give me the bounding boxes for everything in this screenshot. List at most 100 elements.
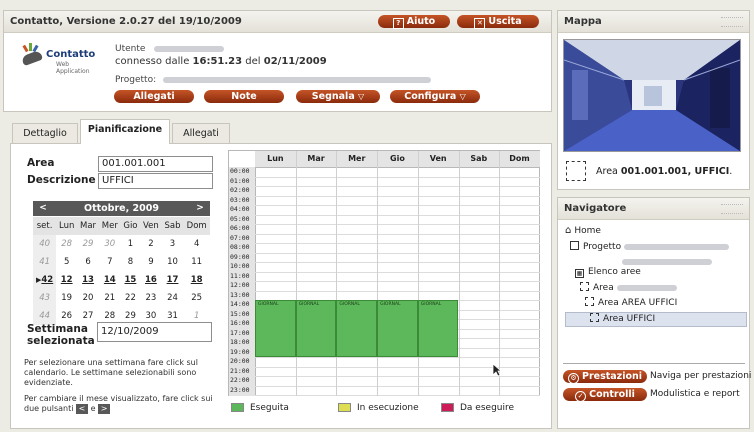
tab-dettaglio[interactable]: Dettaglio: [12, 123, 78, 143]
nav-area-uffici[interactable]: Area AREA UFFICI: [585, 297, 677, 309]
hour-label: 18:00: [230, 338, 250, 346]
legend-swatch-eseguita: [231, 403, 244, 412]
segnala-label: Segnala: [311, 91, 355, 102]
map-panel: Mappa Area 001.001.001, UFFICI.: [557, 10, 750, 190]
logo-icon: [20, 43, 44, 67]
configura-button[interactable]: Configura ▽: [390, 90, 480, 103]
hour-label: 03:00: [230, 195, 250, 204]
calendar-next-button[interactable]: >: [191, 202, 209, 215]
day-cell: 8: [127, 257, 134, 267]
schedule-block[interactable]: GIORNAL: [417, 300, 459, 357]
calendar-prev-button[interactable]: <: [34, 202, 52, 215]
day-cell: 5: [63, 257, 70, 267]
note-button[interactable]: Note: [204, 90, 284, 103]
project-label: Progetto:: [115, 75, 157, 85]
schedule-block-label: GIORNAL: [339, 302, 360, 307]
area-field[interactable]: 001.001.001: [98, 156, 213, 172]
calendar-header-row: set. Lun Mar Mer Gio Ven Sab Dom: [33, 217, 210, 235]
calendar-col: Mar: [80, 221, 97, 231]
footer-divider: [563, 363, 745, 364]
nav-progetto[interactable]: Progetto: [570, 241, 729, 253]
day-cell: 9: [148, 257, 154, 267]
day-cell: 21: [104, 293, 116, 303]
week-field[interactable]: 12/10/2009: [97, 322, 212, 342]
week-label-line2: selezionata: [27, 335, 95, 347]
help-button[interactable]: ? Aiuto: [378, 15, 450, 29]
prestazioni-button[interactable]: ⚙ Prestazioni: [563, 370, 647, 384]
schedule-block[interactable]: GIORNAL: [295, 300, 337, 357]
calendar-col: Sab: [164, 221, 181, 231]
calendar-col: Dom: [186, 221, 207, 231]
week-number-label: 42: [41, 275, 54, 285]
map-caption-suffix: .: [729, 166, 733, 177]
inline-next-button[interactable]: >: [98, 404, 111, 414]
help-icon: ?: [392, 18, 404, 29]
inline-prev-button[interactable]: <: [76, 404, 89, 414]
corridor-image: [564, 40, 740, 151]
note-label: Note: [231, 91, 257, 102]
prestazioni-desc: Naviga per prestazioni: [650, 371, 752, 381]
grid-col-line: [336, 151, 338, 396]
help-text-select-week: Per selezionare una settimana fare click…: [24, 358, 198, 387]
grid-col-line: [295, 151, 297, 396]
hour-label: 05:00: [230, 214, 250, 223]
map-caption-prefix: Area: [596, 166, 618, 177]
grid-row-line: [255, 243, 540, 244]
resize-grip-icon: [721, 17, 743, 27]
nav-area-label: Area: [593, 283, 614, 293]
home-icon: ⌂: [565, 225, 572, 236]
day-header: Mer: [348, 154, 366, 163]
schedule-block-label: GIORNAL: [298, 302, 320, 307]
hour-label: 23:00: [230, 385, 250, 394]
description-field[interactable]: UFFICI: [98, 173, 213, 189]
schedule-block[interactable]: GIORNAL: [255, 300, 296, 357]
connected-prefix: connesso dalle: [115, 56, 190, 67]
schedule-block[interactable]: GIORNAL: [377, 300, 418, 357]
user-label: Utente: [115, 44, 225, 54]
controlli-button[interactable]: ✓ Controlli: [563, 388, 647, 402]
nav-home-label: Home: [574, 226, 601, 236]
tab-pianificazione[interactable]: Pianificazione: [80, 119, 170, 144]
calendar-week-row[interactable]: 40 28 29 30 1 2 3 4: [33, 235, 210, 253]
day-cell: 4: [193, 239, 200, 249]
grid-row-line: [255, 195, 540, 197]
hour-label: 14:00: [230, 300, 250, 308]
area-icon: [566, 161, 586, 181]
calendar-week-row[interactable]: 41 5 6 7 8 9 10 11: [33, 253, 210, 271]
connected-time: 16:51.23: [192, 56, 243, 67]
calendar-week-row[interactable]: 43 19 20 21 22 23 24 25: [33, 289, 210, 307]
exit-button[interactable]: ✕ Uscita: [457, 15, 539, 29]
schedule-grid: Lun Mar Mer Gio Ven Sab Dom 00:00 01:00 02:00 03:…: [228, 150, 540, 396]
calendar-week-row-selected[interactable]: ▶42 12 13 14 15 16 17 18: [33, 271, 210, 289]
day-header: Sab: [470, 154, 488, 163]
nav-area[interactable]: Area: [580, 282, 677, 294]
tab-allegati[interactable]: Allegati: [172, 123, 230, 143]
map-photo[interactable]: [563, 39, 741, 152]
week-label-line1: Settimana: [27, 323, 88, 335]
schedule-block[interactable]: GIORNAL: [336, 300, 378, 357]
day-cell: 24: [167, 293, 178, 303]
wrench-icon: ⚙: [567, 373, 579, 384]
hour-label: 07:00: [230, 233, 250, 242]
document-icon: [570, 241, 579, 250]
configura-label: Configura: [404, 91, 457, 102]
week-number-selected: ▶42: [33, 271, 57, 289]
tab-allegati-label: Allegati: [183, 128, 219, 139]
day-cell: 16: [144, 275, 157, 285]
segnala-button[interactable]: Segnala ▽: [296, 90, 380, 103]
hour-label: 10:00: [230, 262, 250, 270]
project-name-redacted: [163, 76, 431, 83]
hour-label: 08:00: [230, 243, 250, 251]
nav-area-selected[interactable]: Area UFFICI: [565, 312, 747, 327]
day-cell: 3: [169, 239, 176, 249]
nav-home[interactable]: ⌂ Home: [565, 225, 601, 237]
hour-label: 00:00: [230, 167, 250, 175]
grid-row-line: [255, 281, 540, 282]
day-cell: 19: [61, 293, 73, 303]
calendar-header: Ottobre, 2009: [33, 201, 210, 216]
allegati-button[interactable]: Allegati: [114, 90, 194, 103]
controlli-desc: Modulistica e report: [650, 389, 740, 399]
grid-row-line: [255, 224, 540, 225]
day-cell: 10: [167, 257, 178, 267]
nav-elenco-aree[interactable]: ▦ Elenco aree: [575, 266, 641, 278]
